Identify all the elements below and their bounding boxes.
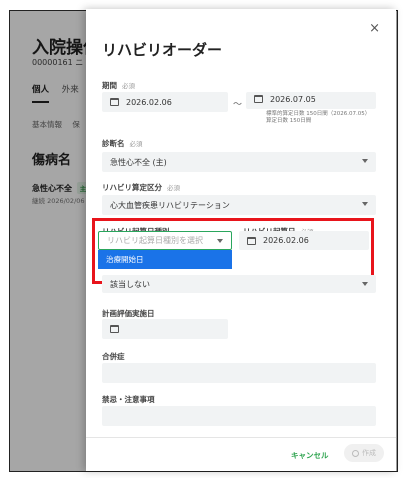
period-end-field[interactable]: 2026.07.05 <box>246 92 376 109</box>
required-marker: 必須 <box>122 82 135 90</box>
period-note: 標準的算定日数 150日間（2026.07.05） 算定日数 150日間 <box>266 111 370 125</box>
cancel-button[interactable]: キャンセル <box>291 450 329 461</box>
complication-input[interactable] <box>102 363 376 383</box>
period-label: 期間 必須 <box>102 80 135 91</box>
required-marker: 必須 <box>167 184 180 192</box>
period-label-text: 期間 <box>102 81 117 90</box>
dropdown-option-treatment-start[interactable]: 治療開始日 <box>98 250 232 269</box>
calc-days-note: 算定日数 150日間 <box>266 118 312 124</box>
caution-label: 禁忌・注意事項 <box>102 395 155 404</box>
dialog-footer: キャンセル 作成 <box>86 437 396 471</box>
diagnosis-name-value: 急性心不全 (主) <box>110 157 167 167</box>
period-separator: 〜 <box>233 100 243 110</box>
calendar-icon <box>247 236 256 245</box>
start-date-value: 2026.02.06 <box>263 236 309 245</box>
create-button[interactable]: 作成 <box>344 444 384 462</box>
period-start-field[interactable]: 2026.02.06 <box>102 92 228 112</box>
calendar-icon <box>254 95 263 103</box>
applicable-select[interactable]: 該当しない <box>102 275 376 293</box>
chevron-down-icon <box>217 239 223 243</box>
calendar-icon <box>110 98 119 106</box>
complication-label: 合併症 <box>102 352 125 361</box>
period-start-value: 2026.02.06 <box>126 97 172 107</box>
diagnosis-name-label: 診断名 必須 <box>102 138 143 149</box>
rehab-order-dialog: × リハビリオーダー 期間 必須 2026.02.06 〜 2026.07.05 … <box>86 9 396 471</box>
diagnosis-name-select[interactable]: 急性心不全 (主) <box>102 152 376 172</box>
diagnosis-name-label-text: 診断名 <box>102 139 125 148</box>
calc-category-value: 心大血管疾患リハビリテーション <box>110 200 230 210</box>
standard-days-note: 標準的算定日数 150日間（2026.07.05） <box>266 111 371 117</box>
create-button-label: 作成 <box>362 449 376 457</box>
plan-eval-date-field[interactable] <box>102 319 228 339</box>
start-type-placeholder: リハビリ起算日種別を選択 <box>107 236 203 245</box>
calendar-icon <box>110 325 119 333</box>
period-end-value: 2026.07.05 <box>270 95 316 104</box>
start-type-select[interactable]: リハビリ起算日種別を選択 <box>98 231 232 250</box>
chevron-down-icon <box>362 202 368 206</box>
calc-category-label-text: リハビリ算定区分 <box>102 183 162 192</box>
chevron-down-icon <box>362 282 368 286</box>
dialog-title: リハビリオーダー <box>102 41 223 59</box>
required-marker: 必須 <box>129 140 143 148</box>
applicable-value: 該当しない <box>110 279 150 289</box>
chevron-down-icon <box>362 159 368 163</box>
close-icon[interactable]: × <box>369 21 380 36</box>
create-icon <box>352 449 359 457</box>
plan-eval-label: 計画評価実施日 <box>102 309 155 318</box>
calc-category-label: リハビリ算定区分 必須 <box>102 182 180 193</box>
start-date-field[interactable]: 2026.02.06 <box>239 231 369 250</box>
caution-input[interactable] <box>102 406 376 426</box>
calc-category-select[interactable]: 心大血管疾患リハビリテーション <box>102 195 376 215</box>
